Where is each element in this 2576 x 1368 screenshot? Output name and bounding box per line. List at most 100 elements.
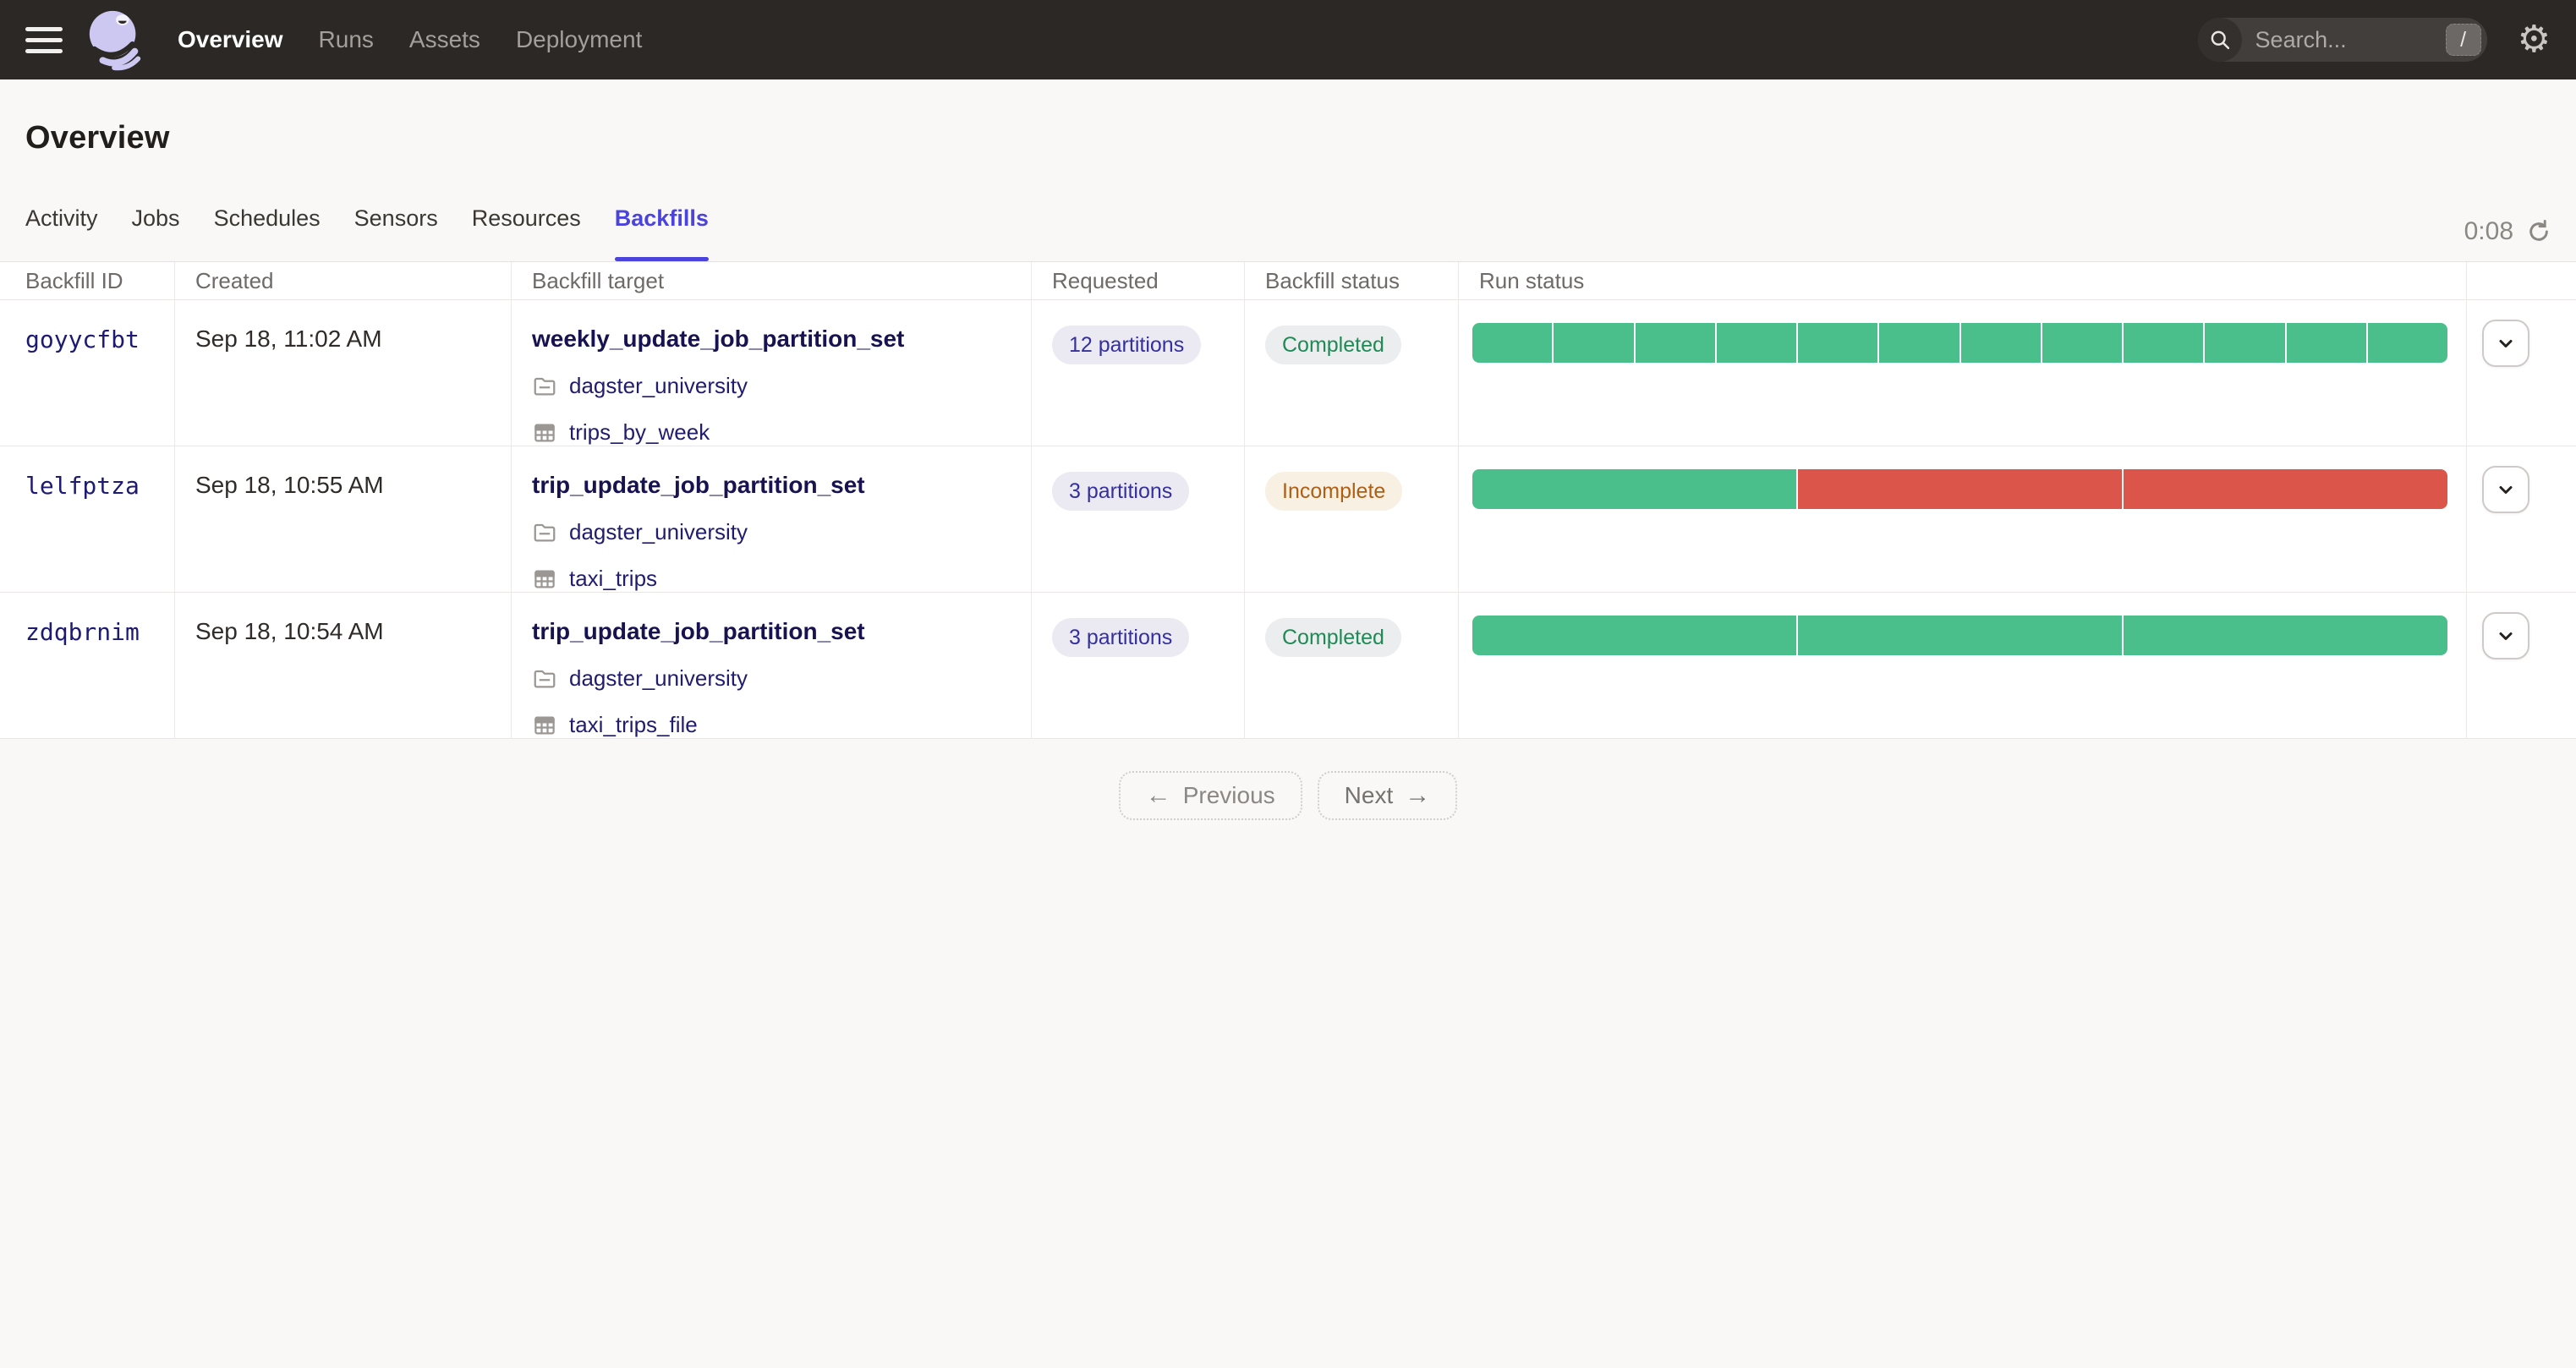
backfill-id-cell: goyycfbt (0, 300, 175, 446)
tab-activity[interactable]: Activity (25, 204, 98, 261)
run-segment-success[interactable] (1879, 323, 1959, 363)
refresh-countdown: 0:08 (2464, 217, 2513, 245)
run-status-bar[interactable] (1472, 616, 2447, 655)
overview-tabs: Activity Jobs Schedules Sensors Resource… (0, 156, 2576, 261)
requested-partitions-badge[interactable]: 12 partitions (1052, 326, 1202, 364)
next-page-button[interactable]: Next → (1317, 771, 1458, 820)
backfill-target-cell: trip_update_job_partition_set dagster_un… (512, 446, 1032, 592)
tab-sensors[interactable]: Sensors (354, 204, 438, 261)
run-segment-success[interactable] (2367, 323, 2447, 363)
pagination: ← Previous Next → (0, 771, 2576, 820)
requested-partitions-badge[interactable]: 3 partitions (1052, 618, 1190, 657)
created-cell: Sep 18, 10:55 AM (175, 446, 512, 592)
run-segment-success[interactable] (2286, 323, 2366, 363)
backfill-status-cell: Incomplete (1245, 446, 1459, 592)
nav-item-assets[interactable]: Assets (409, 26, 480, 53)
tab-backfills[interactable]: Backfills (614, 204, 709, 261)
backfill-status-badge: Incomplete (1265, 472, 1403, 511)
backfill-status-badge: Completed (1265, 326, 1401, 364)
tab-jobs[interactable]: Jobs (132, 204, 180, 261)
backfill-target-cell: weekly_update_job_partition_set dagster_… (512, 300, 1032, 446)
nav-item-overview[interactable]: Overview (178, 26, 283, 53)
table-header-row: Backfill ID Created Backfill target Requ… (0, 262, 2576, 300)
backfill-target-link[interactable]: trip_update_job_partition_set (532, 472, 865, 499)
run-status-cell (1459, 446, 2467, 592)
refresh-icon[interactable] (2525, 218, 2552, 245)
partition-set-table-icon (534, 716, 555, 734)
run-segment-success[interactable] (1798, 616, 2122, 655)
table-row: lelfptza Sep 18, 10:55 AM trip_update_jo… (0, 446, 2576, 593)
run-segment-success[interactable] (2042, 323, 2122, 363)
backfills-table: Backfill ID Created Backfill target Requ… (0, 261, 2576, 739)
row-actions-cell (2467, 593, 2576, 738)
row-actions-cell (2467, 300, 2576, 446)
run-status-bar[interactable] (1472, 323, 2447, 363)
nav-item-runs[interactable]: Runs (319, 26, 374, 53)
requested-partitions-badge[interactable]: 3 partitions (1052, 472, 1190, 511)
run-segment-success[interactable] (1635, 323, 1715, 363)
run-segment-success[interactable] (1960, 323, 2041, 363)
partition-set-link[interactable]: taxi_trips (569, 566, 657, 592)
next-page-label: Next (1344, 782, 1394, 808)
column-header-backfill-status: Backfill status (1245, 262, 1459, 299)
run-segment-success[interactable] (2124, 323, 2204, 363)
run-status-cell (1459, 593, 2467, 738)
hamburger-menu-icon[interactable] (25, 26, 63, 53)
created-cell: Sep 18, 10:54 AM (175, 593, 512, 738)
backfill-id-link[interactable]: lelfptza (25, 472, 140, 500)
expand-row-button[interactable] (2482, 612, 2529, 659)
nav-item-deployment[interactable]: Deployment (516, 26, 642, 53)
previous-page-label: Previous (1182, 782, 1275, 808)
partition-set-link[interactable]: taxi_trips_file (569, 712, 698, 738)
run-segment-success[interactable] (1472, 469, 1796, 509)
code-location-link[interactable]: dagster_university (569, 519, 748, 545)
run-segment-success[interactable] (1716, 323, 1796, 363)
run-segment-success[interactable] (2205, 323, 2285, 363)
code-location-link[interactable]: dagster_university (569, 665, 748, 692)
expand-row-button[interactable] (2482, 466, 2529, 513)
run-segment-failure[interactable] (2124, 469, 2447, 509)
main-nav: Overview Runs Assets Deployment (178, 26, 642, 53)
table-row: goyycfbt Sep 18, 11:02 AM weekly_update_… (0, 300, 2576, 446)
gear-icon[interactable]: ⚙ (2518, 21, 2551, 58)
requested-cell: 3 partitions (1032, 593, 1245, 738)
dagster-logo[interactable] (85, 8, 147, 71)
backfill-id-link[interactable]: goyycfbt (25, 326, 140, 353)
column-header-backfill-target: Backfill target (512, 262, 1032, 299)
tab-schedules[interactable]: Schedules (214, 204, 321, 261)
search-input[interactable]: Search... / (2197, 18, 2487, 62)
code-location-folder-icon (534, 670, 556, 687)
code-location-link[interactable]: dagster_university (569, 373, 748, 399)
backfill-status-cell: Completed (1245, 593, 1459, 738)
search-shortcut-key: / (2445, 24, 2481, 56)
row-actions-cell (2467, 446, 2576, 592)
partition-set-link[interactable]: trips_by_week (569, 419, 710, 446)
tab-resources[interactable]: Resources (472, 204, 581, 261)
column-header-run-status: Run status (1459, 262, 2467, 299)
backfill-target-link[interactable]: trip_update_job_partition_set (532, 618, 865, 645)
run-status-bar[interactable] (1472, 469, 2447, 509)
run-segment-success[interactable] (1472, 323, 1553, 363)
code-location-folder-icon (534, 523, 556, 541)
chevron-down-icon (2499, 486, 2513, 494)
chevron-down-icon (2499, 340, 2513, 347)
previous-page-button[interactable]: ← Previous (1118, 771, 1302, 820)
run-segment-success[interactable] (1798, 323, 1878, 363)
backfill-target-link[interactable]: weekly_update_job_partition_set (532, 326, 904, 353)
backfill-target-cell: trip_update_job_partition_set dagster_un… (512, 593, 1032, 738)
run-segment-success[interactable] (2124, 616, 2447, 655)
backfill-status-badge: Completed (1265, 618, 1401, 657)
backfill-id-link[interactable]: zdqbrnim (25, 618, 140, 646)
backfill-status-cell: Completed (1245, 300, 1459, 446)
table-row: zdqbrnim Sep 18, 10:54 AM trip_update_jo… (0, 593, 2576, 739)
run-segment-failure[interactable] (1798, 469, 2122, 509)
run-segment-success[interactable] (1554, 323, 1634, 363)
requested-cell: 3 partitions (1032, 446, 1245, 592)
code-location-folder-icon (534, 377, 556, 395)
run-segment-success[interactable] (1472, 616, 1796, 655)
partition-set-table-icon (534, 424, 555, 441)
partition-set-table-icon (534, 570, 555, 588)
backfill-id-cell: zdqbrnim (0, 593, 175, 738)
search-placeholder: Search... (2255, 26, 2347, 52)
expand-row-button[interactable] (2482, 320, 2529, 367)
